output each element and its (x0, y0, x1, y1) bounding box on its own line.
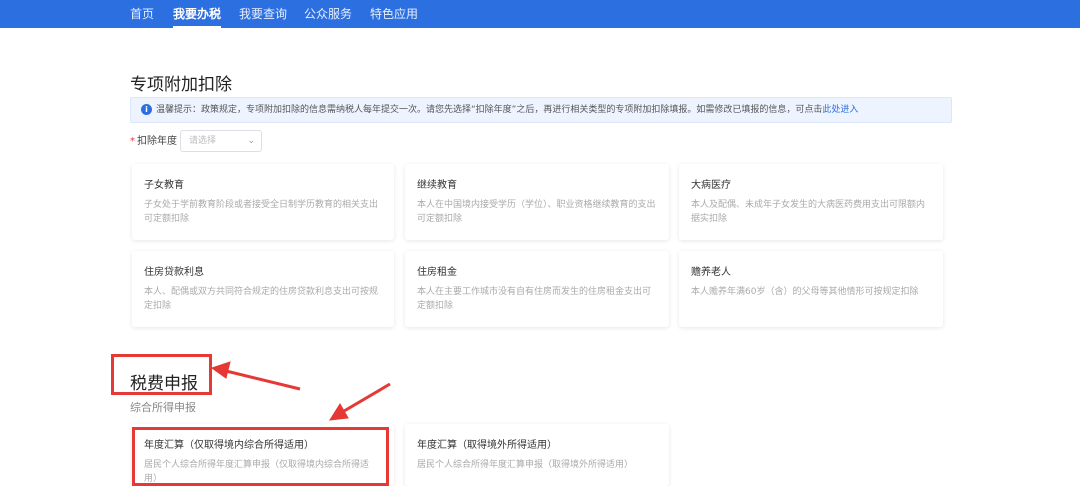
deduction-year-label-text: 扣除年度 (137, 136, 177, 147)
section-title-tax-declaration: 税费申报 (130, 374, 198, 394)
card-title: 子女教育 (144, 180, 184, 191)
card-desc: 本人在主要工作城市没有自有住房而发生的住房租金支出可定额扣除 (417, 287, 652, 311)
card-annual-settlement-overseas[interactable]: 年度汇算（取得境外所得适用） 居民个人综合所得年度汇算申报（取得境外所得适用） (405, 424, 669, 486)
section-title-special-deduction: 专项附加扣除 (130, 75, 232, 95)
card-desc: 本人赡养年满60岁（含）的父母等其他情形可按规定扣除 (691, 287, 919, 297)
card-housing-rent[interactable]: 住房租金 本人在主要工作城市没有自有住房而发生的住房租金支出可定额扣除 (405, 251, 669, 327)
section-subtitle-comprehensive-income: 综合所得申报 (130, 401, 196, 414)
nav-item-tax-handling[interactable]: 我要办税 (173, 0, 222, 28)
card-desc: 本人在中国境内接受学历（学位）、职业资格继续教育的支出可定额扣除 (417, 200, 656, 224)
card-desc: 本人及配偶、未成年子女发生的大病医药费用支出可限额内据实扣除 (691, 200, 926, 224)
nav-item-featured-apps[interactable]: 特色应用 (370, 0, 418, 28)
deduction-year-placeholder: 请选择 (189, 136, 217, 146)
notice-text: 温馨提示：政策规定，专项附加扣除的信息需纳税人每年提交一次。请您先选择“扣除年度… (156, 105, 823, 115)
nav-item-public-service[interactable]: 公众服务 (304, 0, 352, 28)
card-elderly-support[interactable]: 赡养老人 本人赡养年满60岁（含）的父母等其他情形可按规定扣除 (679, 251, 943, 327)
card-continuing-education[interactable]: 继续教育 本人在中国境内接受学历（学位）、职业资格继续教育的支出可定额扣除 (405, 164, 669, 240)
card-title: 继续教育 (417, 180, 457, 191)
card-desc: 居民个人综合所得年度汇算申报（仅取得境内综合所得适用） (144, 460, 370, 484)
card-title: 年度汇算（仅取得境内综合所得适用） (144, 440, 314, 451)
card-child-education[interactable]: 子女教育 子女处于学前教育阶段或者接受全日制学历教育的相关支出可定额扣除 (132, 164, 394, 240)
card-title: 大病医疗 (691, 180, 731, 191)
notice-link[interactable]: 此处进入 (822, 105, 858, 115)
card-desc: 子女处于学前教育阶段或者接受全日制学历教育的相关支出可定额扣除 (144, 200, 379, 224)
top-nav: 首页 我要办税 我要查询 公众服务 特色应用 (0, 0, 1080, 28)
deduction-year-label: * 扣除年度 (130, 134, 177, 150)
card-title: 赡养老人 (691, 267, 731, 278)
card-housing-loan-interest[interactable]: 住房贷款利息 本人、配偶或双方共同符合规定的住房贷款利息支出可按规定扣除 (132, 251, 394, 327)
info-icon: i (141, 104, 152, 115)
card-serious-illness[interactable]: 大病医疗 本人及配偶、未成年子女发生的大病医药费用支出可限额内据实扣除 (679, 164, 943, 240)
card-desc: 本人、配偶或双方共同符合规定的住房贷款利息支出可按规定扣除 (144, 287, 379, 311)
chevron-down-icon: ⌄ (247, 136, 255, 146)
notice-banner: i 温馨提示：政策规定，专项附加扣除的信息需纳税人每年提交一次。请您先选择“扣除年… (130, 97, 952, 123)
card-desc: 居民个人综合所得年度汇算申报（取得境外所得适用） (417, 460, 634, 470)
card-title: 住房租金 (417, 267, 457, 278)
deduction-year-select[interactable]: 请选择 ⌄ (180, 130, 262, 152)
card-annual-settlement-domestic[interactable]: 年度汇算（仅取得境内综合所得适用） 居民个人综合所得年度汇算申报（仅取得境内综合… (132, 424, 394, 486)
nav-item-query[interactable]: 我要查询 (239, 0, 287, 28)
card-title: 年度汇算（取得境外所得适用） (417, 440, 557, 451)
required-marker: * (130, 136, 135, 147)
card-title: 住房贷款利息 (144, 267, 204, 278)
nav-item-home[interactable]: 首页 (130, 0, 154, 28)
